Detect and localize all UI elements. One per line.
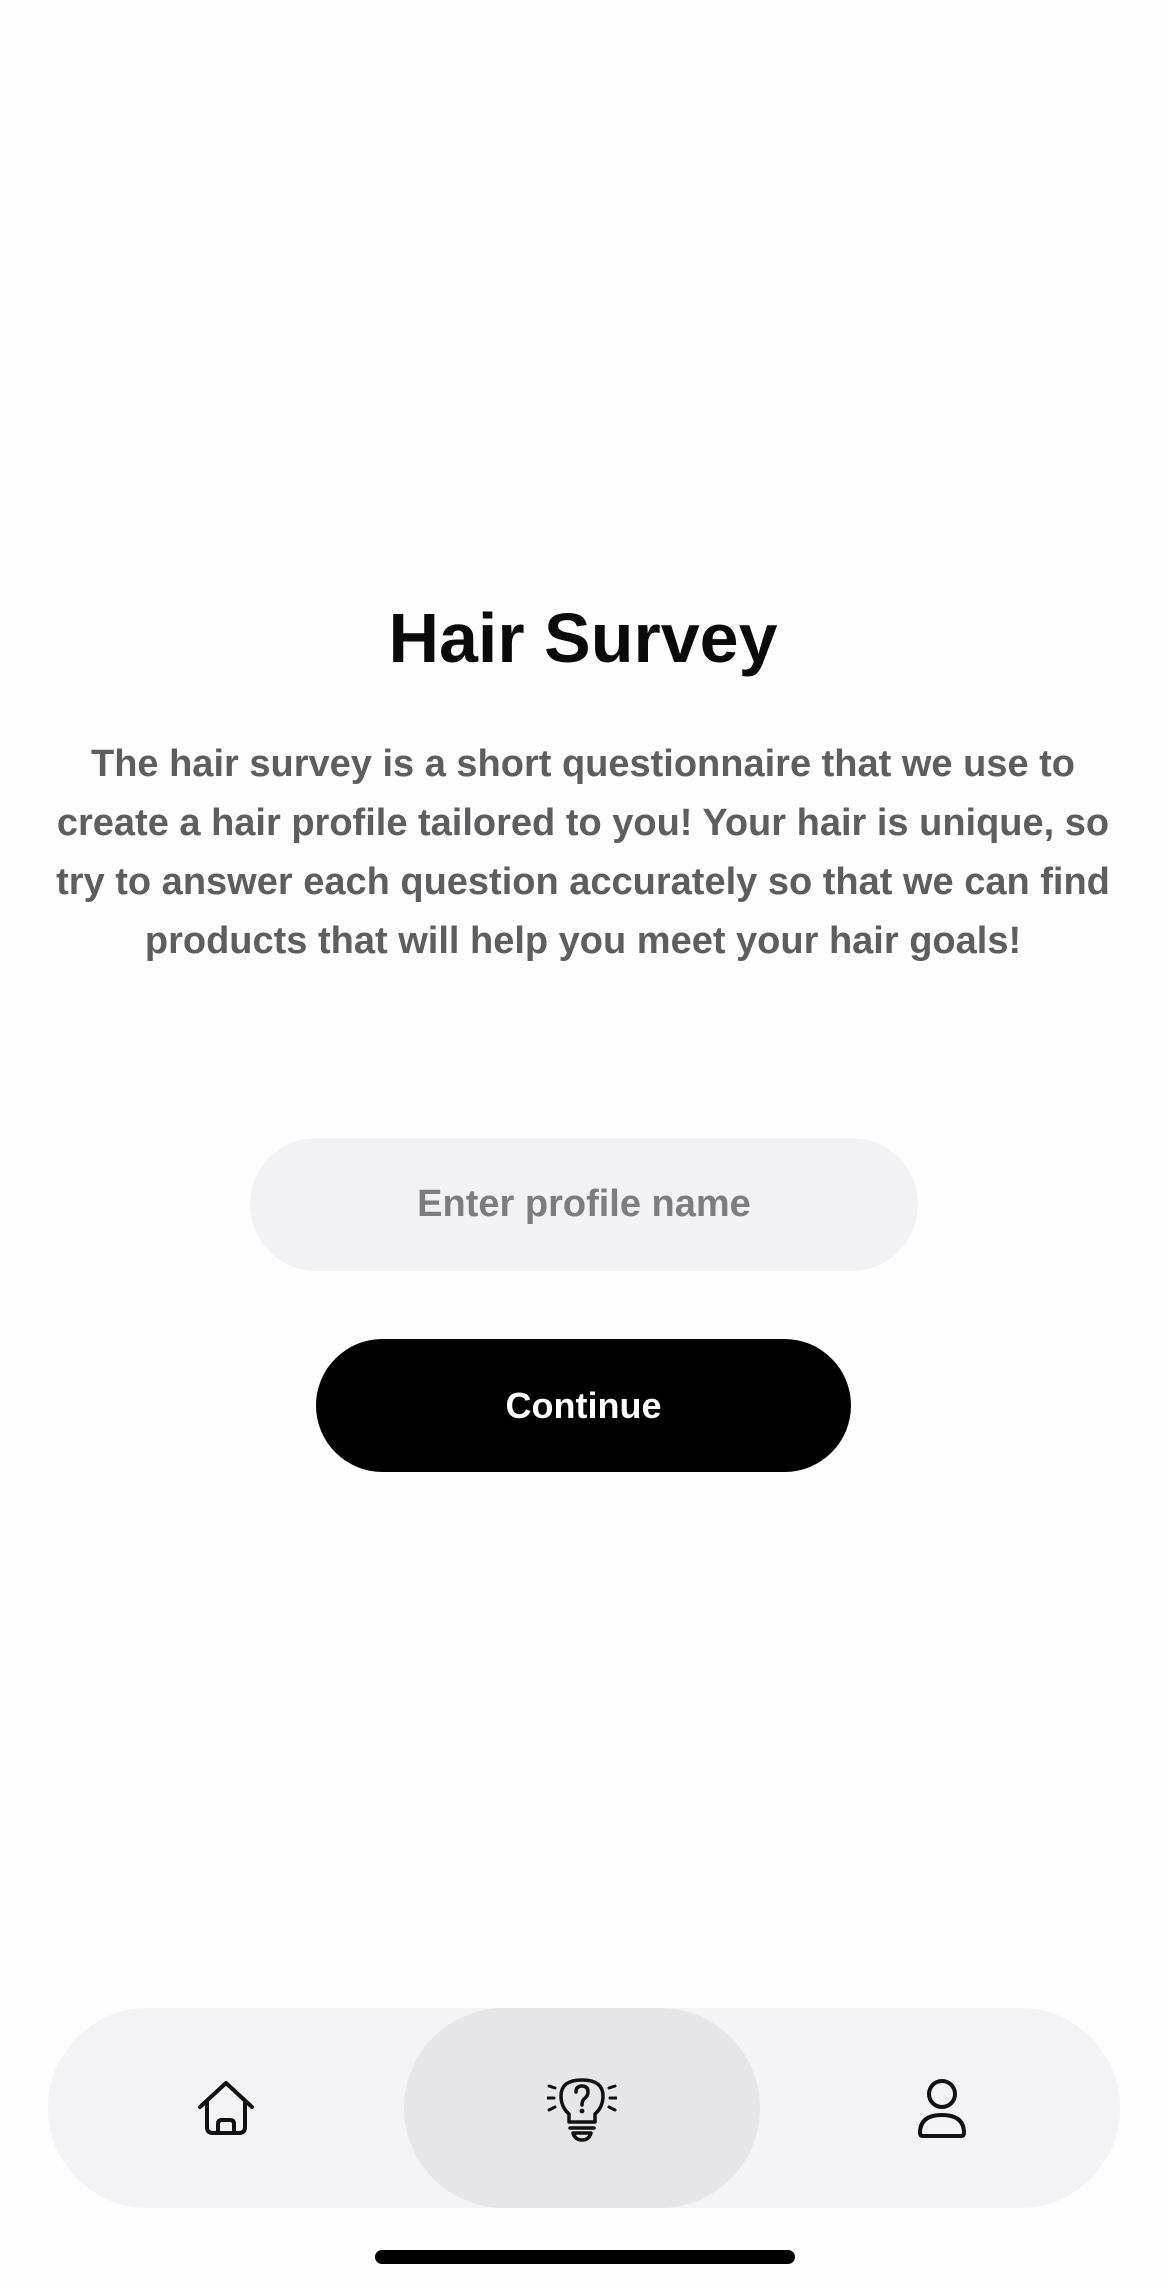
lightbulb-question-icon <box>547 2078 617 2142</box>
hair-survey-screen: Hair Survey The hair survey is a short q… <box>0 0 1166 2283</box>
bottom-tab-bar <box>48 2008 1120 2208</box>
home-icon <box>198 2081 254 2135</box>
survey-description: The hair survey is a short questionnaire… <box>56 743 1110 962</box>
tab-survey[interactable] <box>404 2008 760 2208</box>
page-title: Hair Survey <box>388 599 778 677</box>
tab-home[interactable] <box>48 2008 404 2208</box>
profile-name-input[interactable] <box>250 1138 918 1271</box>
person-icon <box>918 2079 966 2138</box>
tab-profile[interactable] <box>764 2008 1120 2208</box>
home-indicator <box>375 2250 795 2264</box>
continue-button[interactable]: Continue <box>316 1339 851 1472</box>
